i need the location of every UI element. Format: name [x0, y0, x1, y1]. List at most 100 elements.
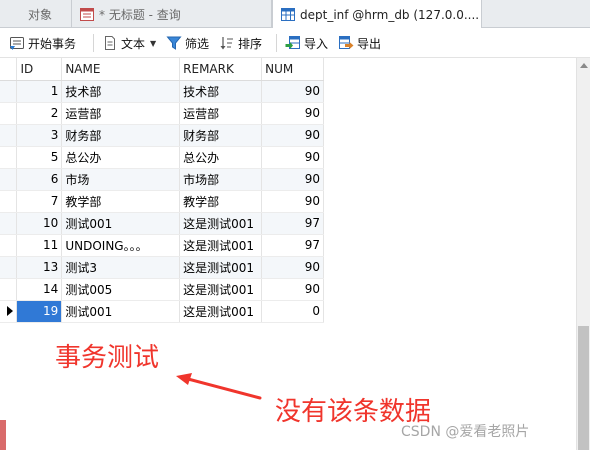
row-indicator[interactable]: [0, 300, 18, 323]
tab-objects[interactable]: 对象: [0, 0, 72, 28]
cell-remark[interactable]: 总公办: [179, 146, 263, 169]
cell-num[interactable]: 90: [261, 80, 324, 103]
cell-remark[interactable]: 技术部: [179, 80, 263, 103]
cell-id[interactable]: 19: [16, 300, 63, 323]
cell-num[interactable]: 90: [261, 146, 324, 169]
table-row[interactable]: 5 总公办 总公办 90: [0, 146, 324, 169]
table-row[interactable]: 14 测试005 这是测试001 90: [0, 278, 324, 301]
cell-id[interactable]: 13: [16, 256, 63, 279]
cell-remark[interactable]: 这是测试001: [179, 212, 263, 235]
table-row[interactable]: 7 教学部 教学部 90: [0, 190, 324, 213]
scroll-up-icon[interactable]: [580, 63, 588, 68]
current-row-pointer-icon: [7, 306, 13, 316]
cell-num[interactable]: 90: [261, 102, 324, 125]
toolbar-divider: [93, 34, 94, 52]
cell-id[interactable]: 3: [16, 124, 63, 147]
cell-remark[interactable]: 财务部: [179, 124, 263, 147]
cell-id[interactable]: 11: [16, 234, 63, 257]
row-indicator[interactable]: [0, 102, 18, 125]
table-row[interactable]: 2 运营部 运营部 90: [0, 102, 324, 125]
column-header-num[interactable]: NUM: [261, 58, 324, 81]
column-header-remark[interactable]: REMARK: [179, 58, 263, 81]
table-icon: [281, 8, 295, 21]
row-indicator[interactable]: [0, 278, 18, 301]
row-indicator[interactable]: [0, 146, 18, 169]
cell-remark[interactable]: 这是测试001: [179, 278, 263, 301]
cell-id[interactable]: 5: [16, 146, 63, 169]
cell-remark[interactable]: 市场部: [179, 168, 263, 191]
import-label: 导入: [304, 36, 329, 51]
vertical-scrollbar[interactable]: [576, 58, 590, 450]
text-button[interactable]: 文本 ▼: [102, 33, 156, 53]
header-row: ID NAME REMARK NUM: [0, 58, 324, 81]
cell-name[interactable]: UNDOING。。。: [61, 234, 181, 257]
row-indicator[interactable]: [0, 256, 18, 279]
cell-id[interactable]: 10: [16, 212, 63, 235]
import-icon: [285, 36, 300, 49]
query-icon: [80, 7, 94, 21]
data-grid[interactable]: ID NAME REMARK NUM 1 技术部 技术部 90 2 运营部 运营部 90 3 财务…: [0, 58, 324, 323]
cell-num[interactable]: 90: [261, 190, 324, 213]
cell-num[interactable]: 97: [261, 212, 324, 235]
cell-remark[interactable]: 这是测试001: [179, 300, 263, 323]
table-row[interactable]: 11 UNDOING。。。 这是测试001 97: [0, 234, 324, 257]
cell-remark[interactable]: 这是测试001: [179, 256, 263, 279]
sort-icon: [220, 37, 233, 50]
export-button[interactable]: 导出: [338, 33, 381, 53]
cell-name[interactable]: 总公办: [61, 146, 181, 169]
cell-id[interactable]: 6: [16, 168, 63, 191]
tab-bar: 对象 * 无标题 - 查询 dept_inf @hrm_db (127.0.0.…: [0, 0, 590, 29]
cell-num[interactable]: 0: [261, 300, 324, 323]
cell-name[interactable]: 测试001: [61, 300, 181, 323]
cell-name[interactable]: 测试3: [61, 256, 181, 279]
cell-name[interactable]: 运营部: [61, 102, 181, 125]
app-window: 对象 * 无标题 - 查询 dept_inf @hrm_db (127.0.0.…: [0, 0, 590, 450]
scrollbar-thumb[interactable]: [578, 326, 589, 450]
cell-num[interactable]: 90: [261, 124, 324, 147]
cell-remark[interactable]: 这是测试001: [179, 234, 263, 257]
import-button[interactable]: 导入: [285, 33, 328, 53]
cell-remark[interactable]: 运营部: [179, 102, 263, 125]
annotation-transaction-test: 事务测试: [55, 343, 160, 373]
cell-name[interactable]: 测试001: [61, 212, 181, 235]
cell-num[interactable]: 97: [261, 234, 324, 257]
filter-icon: [166, 36, 182, 50]
tab-dept-inf[interactable]: dept_inf @hrm_db (127.0.0....: [272, 0, 482, 29]
begin-transaction-button[interactable]: 开始事务: [9, 33, 76, 53]
cell-num[interactable]: 90: [261, 168, 324, 191]
cell-num[interactable]: 90: [261, 256, 324, 279]
cell-id[interactable]: 14: [16, 278, 63, 301]
cell-num[interactable]: 90: [261, 278, 324, 301]
cell-id[interactable]: 2: [16, 102, 63, 125]
cell-name[interactable]: 教学部: [61, 190, 181, 213]
cell-id[interactable]: 1: [16, 80, 63, 103]
tab-label: dept_inf @hrm_db (127.0.0....: [300, 7, 480, 22]
table-row[interactable]: 10 测试001 这是测试001 97: [0, 212, 324, 235]
row-indicator[interactable]: [0, 234, 18, 257]
cell-id[interactable]: 7: [16, 190, 63, 213]
column-header-name[interactable]: NAME: [61, 58, 181, 81]
cell-name[interactable]: 测试005: [61, 278, 181, 301]
table-row[interactable]: 19 测试001 这是测试001 0: [0, 300, 324, 323]
table-row[interactable]: 1 技术部 技术部 90: [0, 80, 324, 103]
row-indicator[interactable]: [0, 124, 18, 147]
tab-label: * 无标题 - 查询: [99, 7, 181, 22]
toolbar-divider: [276, 34, 277, 52]
table-row[interactable]: 13 测试3 这是测试001 90: [0, 256, 324, 279]
cell-name[interactable]: 市场: [61, 168, 181, 191]
row-indicator[interactable]: [0, 168, 18, 191]
cell-remark[interactable]: 教学部: [179, 190, 263, 213]
table-row[interactable]: 6 市场 市场部 90: [0, 168, 324, 191]
sort-button[interactable]: 排序: [219, 33, 262, 53]
tab-untitled-query[interactable]: * 无标题 - 查询: [72, 0, 272, 28]
table-row[interactable]: 3 财务部 财务部 90: [0, 124, 324, 147]
document-icon: [105, 36, 115, 50]
column-header-id[interactable]: ID: [16, 58, 63, 81]
filter-button[interactable]: 筛选: [166, 33, 209, 53]
cell-name[interactable]: 技术部: [61, 80, 181, 103]
cell-name[interactable]: 财务部: [61, 124, 181, 147]
annotation-arrow: [176, 373, 262, 400]
row-indicator[interactable]: [0, 190, 18, 213]
row-indicator[interactable]: [0, 80, 18, 103]
row-indicator[interactable]: [0, 212, 18, 235]
